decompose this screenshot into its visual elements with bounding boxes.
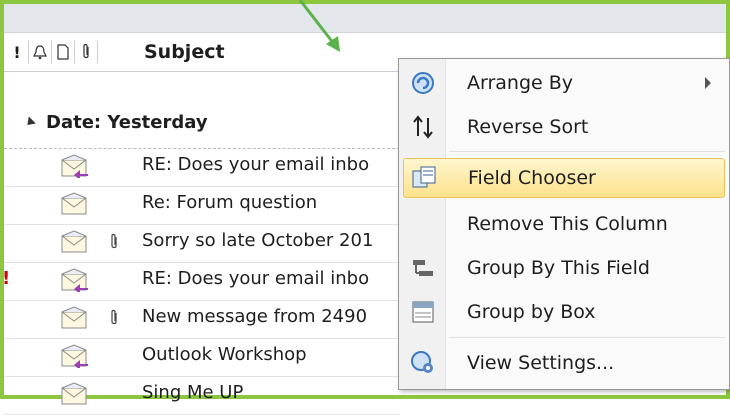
menu-item-label: View Settings... bbox=[467, 352, 615, 374]
menu-item-label: Group By This Field bbox=[467, 257, 650, 279]
message-row[interactable]: Sorry so late October 201 bbox=[4, 224, 400, 263]
message-row[interactable]: RE: Does your email inbo bbox=[4, 148, 400, 187]
view-settings-icon bbox=[403, 349, 443, 377]
message-subject: RE: Does your email inbo bbox=[142, 154, 370, 175]
menu-item-group-by-field[interactable]: Group By This Field bbox=[403, 248, 725, 288]
group-by-field-icon bbox=[403, 256, 443, 280]
menu-item-label: Group by Box bbox=[467, 301, 596, 323]
group-header[interactable]: Date: Yesterday bbox=[22, 112, 208, 133]
collapse-triangle-icon[interactable] bbox=[23, 116, 36, 129]
message-subject: Outlook Workshop bbox=[142, 344, 307, 365]
message-subject: Sorry so late October 201 bbox=[142, 230, 374, 251]
message-row[interactable]: Sing Me UP bbox=[4, 376, 400, 415]
group-label: Date: Yesterday bbox=[46, 112, 208, 133]
message-row[interactable]: New message from 2490 bbox=[4, 300, 400, 339]
menu-item-label: Arrange By bbox=[467, 72, 574, 94]
replied-envelope-icon bbox=[60, 154, 90, 182]
menu-item-label: Field Chooser bbox=[468, 167, 596, 189]
menu-item-field-chooser[interactable]: Field Chooser bbox=[403, 158, 725, 198]
attachment-icon bbox=[108, 233, 120, 255]
importance-flag-icon: ! bbox=[2, 268, 11, 289]
reverse-sort-icon bbox=[403, 114, 443, 140]
attachment-icon bbox=[108, 309, 120, 331]
replied-envelope-icon bbox=[60, 268, 90, 296]
menu-item-remove-column[interactable]: Remove This Column bbox=[403, 204, 725, 244]
menu-item-group-by-box[interactable]: Group by Box bbox=[403, 292, 725, 332]
menu-item-view-settings[interactable]: View Settings... bbox=[403, 343, 725, 383]
field-chooser-icon bbox=[404, 165, 444, 191]
menu-item-arrange-by[interactable]: Arrange By bbox=[403, 63, 725, 103]
menu-item-label: Reverse Sort bbox=[467, 116, 589, 138]
message-row[interactable]: ! RE: Does your email inbo bbox=[2, 262, 400, 301]
replied-envelope-icon bbox=[60, 344, 90, 372]
message-subject: New message from 2490 bbox=[142, 306, 368, 327]
envelope-icon bbox=[60, 382, 90, 410]
menu-item-label: Remove This Column bbox=[467, 213, 668, 235]
menu-item-reverse-sort[interactable]: Reverse Sort bbox=[403, 107, 725, 147]
submenu-arrow-icon bbox=[705, 77, 711, 89]
menu-separator bbox=[449, 151, 725, 152]
message-row[interactable]: Outlook Workshop bbox=[4, 338, 400, 377]
arrange-by-icon bbox=[403, 69, 443, 97]
group-by-box-icon bbox=[403, 299, 443, 325]
annotation-arrow bbox=[298, 0, 340, 52]
message-subject: Sing Me UP bbox=[142, 382, 244, 403]
message-subject: Re: Forum question bbox=[142, 192, 318, 213]
context-menu: Arrange By Reverse Sort Field Chooser Re… bbox=[398, 58, 730, 390]
message-row[interactable]: Re: Forum question bbox=[4, 186, 400, 225]
envelope-icon bbox=[60, 230, 90, 258]
menu-separator bbox=[449, 337, 725, 338]
envelope-icon bbox=[60, 192, 90, 220]
envelope-icon bbox=[60, 306, 90, 334]
message-subject: RE: Does your email inbo bbox=[142, 268, 370, 289]
